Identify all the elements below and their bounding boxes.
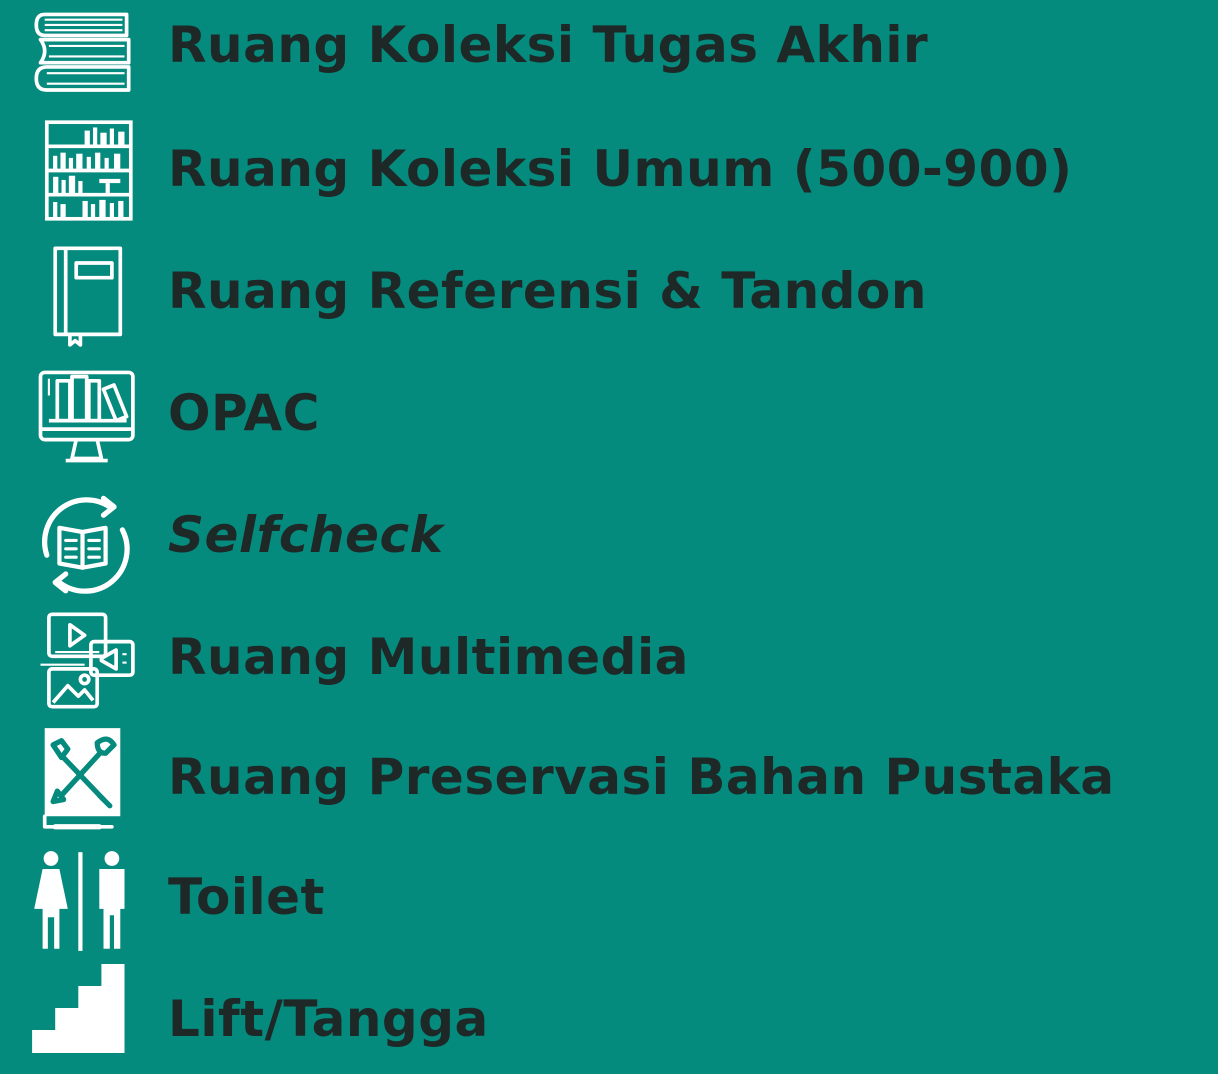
legend-item-toilet: Toilet (0, 846, 1218, 958)
legend-item-label: Selfcheck (168, 506, 444, 564)
legend-item-label: Toilet (168, 868, 325, 926)
legend-item-label: Ruang Koleksi Umum (500-900) (168, 140, 1073, 198)
book-icon (30, 242, 135, 347)
legend-item-preservasi: Ruang Preservasi Bahan Pustaka (0, 726, 1218, 838)
computer-catalog-icon (30, 364, 135, 469)
toilet-icon (30, 848, 135, 953)
stairs-icon (30, 962, 135, 1053)
stacked-books-icon (30, 6, 135, 111)
legend-item-selfcheck[interactable]: Selfcheck (0, 484, 1218, 596)
bookshelf-icon (30, 118, 135, 223)
legend-item-koleksi-umum: Ruang Koleksi Umum (500-900) (0, 118, 1218, 230)
legend-item-label: Ruang Referensi & Tandon (168, 262, 927, 320)
legend-item-label: OPAC (168, 384, 320, 442)
legend-item-tugas-akhir: Ruang Koleksi Tugas Akhir (0, 0, 1218, 112)
legend-item-opac: OPAC (0, 362, 1218, 474)
multimedia-icon (30, 608, 135, 713)
legend-item-label: Ruang Preservasi Bahan Pustaka (168, 748, 1115, 806)
facility-legend: Ruang Koleksi Tugas Akhir Ruang Koleksi … (0, 0, 1218, 1053)
legend-item-label: Lift/Tangga (168, 990, 489, 1048)
legend-item-label: Ruang Multimedia (168, 628, 689, 686)
legend-item-label: Ruang Koleksi Tugas Akhir (168, 16, 929, 74)
book-return-cycle-icon (30, 490, 135, 595)
legend-item-multimedia: Ruang Multimedia (0, 606, 1218, 718)
legend-item-referensi-tandon: Ruang Referensi & Tandon (0, 240, 1218, 352)
book-repair-tools-icon (30, 726, 135, 831)
legend-item-lift-tangga: Lift/Tangga (0, 962, 1218, 1074)
